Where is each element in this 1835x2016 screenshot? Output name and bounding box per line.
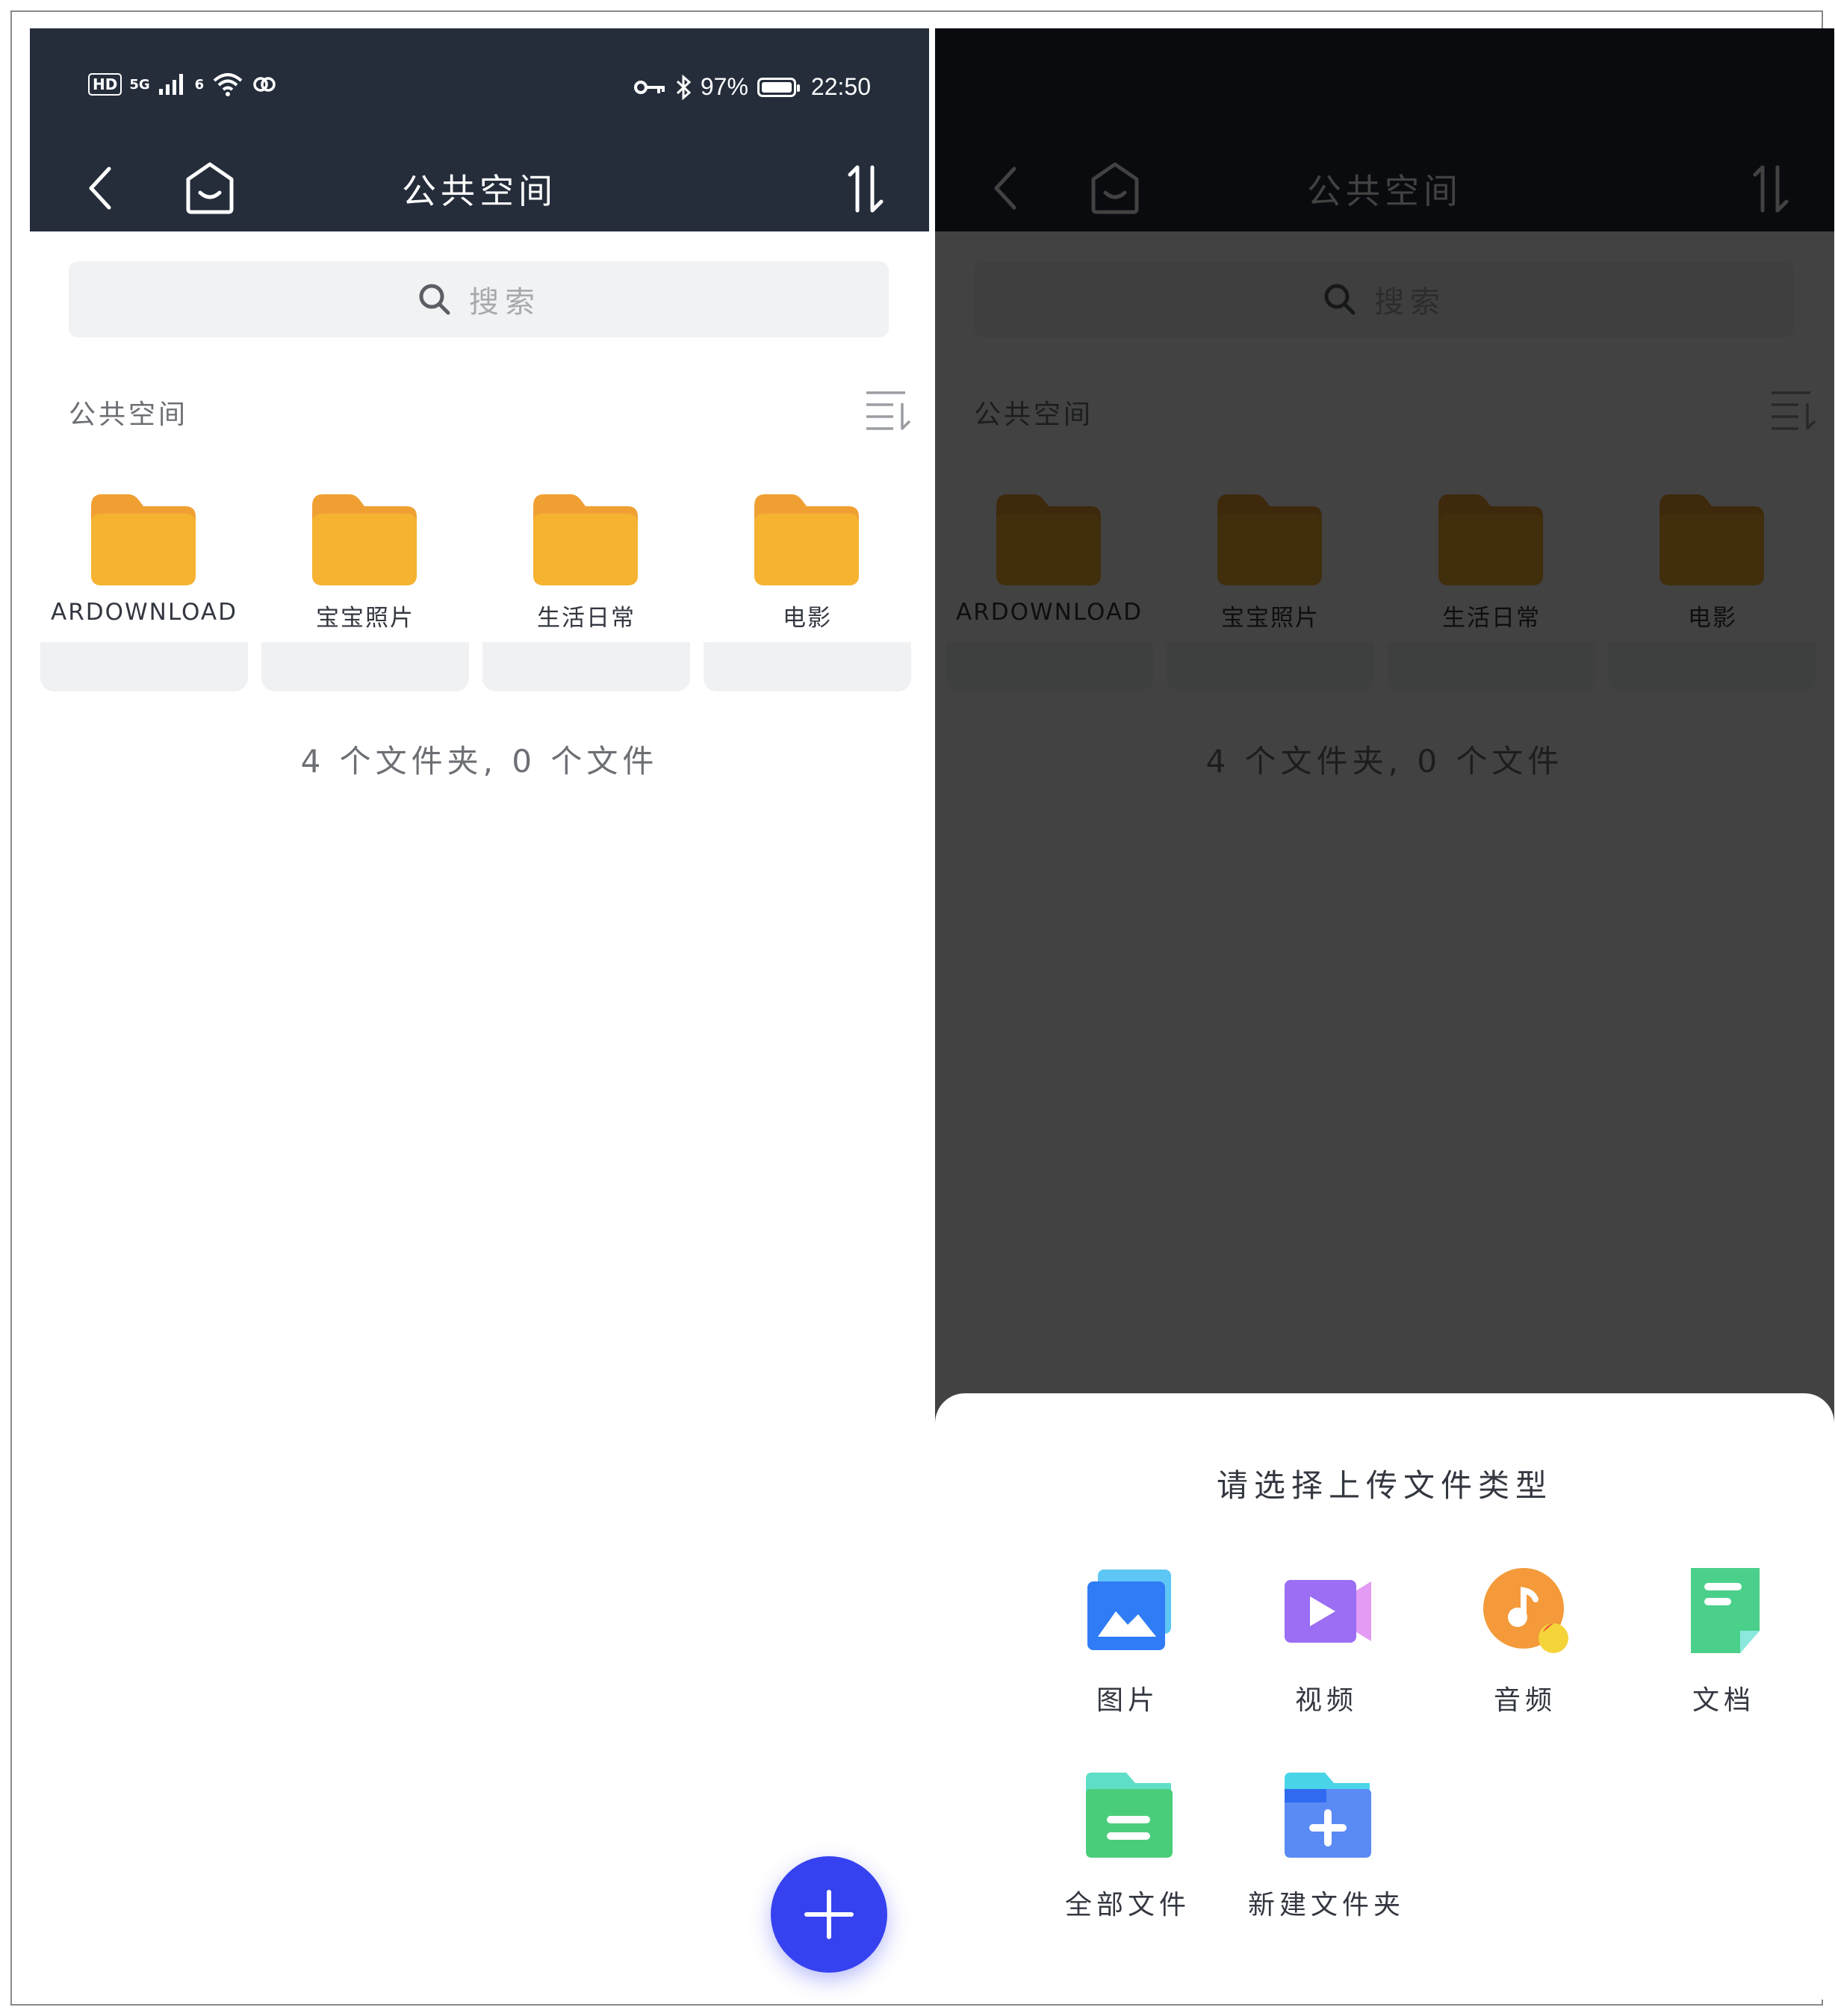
battery-icon bbox=[757, 77, 800, 97]
upload-type-all-files[interactable]: 全部文件 bbox=[1031, 1770, 1225, 1949]
type-label: 全部文件 bbox=[1064, 1890, 1190, 1920]
search-input[interactable]: 搜索 bbox=[69, 261, 889, 337]
network-label: 5G bbox=[129, 76, 150, 93]
signal-icon bbox=[158, 74, 183, 95]
hd-badge: HD bbox=[88, 73, 122, 96]
upload-type-new-folder[interactable]: 新建文件夹 bbox=[1229, 1770, 1423, 1949]
sort-arrows-icon bbox=[848, 165, 884, 213]
folder-icon bbox=[533, 494, 638, 585]
page-title: 公共空间 bbox=[402, 171, 557, 211]
add-button[interactable] bbox=[771, 1856, 887, 1973]
folder-card[interactable]: ARDOWNLOAD bbox=[40, 466, 248, 691]
hotspot-icon bbox=[253, 77, 276, 92]
comparison-frame: HD 5G 6 97% 22:50 公共空间 搜索 公共空间 ARDOWNLOA… bbox=[10, 10, 1834, 2006]
upload-type-image[interactable]: 图片 bbox=[1031, 1565, 1225, 1744]
battery-percent: 97% bbox=[700, 73, 748, 100]
document-icon bbox=[1691, 1568, 1760, 1653]
folder-name: ARDOWNLOAD bbox=[51, 599, 237, 626]
folder-count-summary: 4 个文件夹, 0 个文件 bbox=[300, 743, 659, 780]
phone-screen-right: 公共空间 搜索 公共空间 bbox=[935, 28, 1834, 2000]
list-sort-icon[interactable] bbox=[863, 388, 913, 433]
folder-icon bbox=[754, 494, 859, 585]
status-bar-left: HD 5G 6 bbox=[88, 72, 277, 97]
search-icon bbox=[419, 284, 450, 315]
folder-icon bbox=[312, 494, 417, 585]
new-folder-icon bbox=[1285, 1773, 1371, 1858]
wifi-generation: 6 bbox=[194, 76, 205, 93]
search-placeholder: 搜索 bbox=[469, 285, 541, 320]
type-label: 文档 bbox=[1692, 1685, 1755, 1716]
folder-card[interactable]: 电影 bbox=[704, 466, 911, 691]
folder-name: 生活日常 bbox=[537, 605, 636, 632]
all-files-icon bbox=[1086, 1773, 1173, 1858]
status-bar-right: 97% 22:50 bbox=[633, 73, 871, 101]
bluetooth-icon bbox=[676, 74, 692, 100]
upload-type-video[interactable]: 视频 bbox=[1229, 1565, 1423, 1744]
type-label: 新建文件夹 bbox=[1247, 1890, 1405, 1920]
upload-type-document[interactable]: 文档 bbox=[1627, 1565, 1821, 1744]
transfer-sort-button[interactable] bbox=[832, 155, 899, 223]
nav-row: 公共空间 bbox=[30, 155, 929, 230]
video-icon bbox=[1285, 1580, 1371, 1643]
app-bar: HD 5G 6 97% 22:50 公共空间 bbox=[30, 28, 929, 231]
upload-type-sheet: 请选择上传文件类型 图片 视频 音频 文档 全部文件 新建文件夹 bbox=[935, 1393, 1834, 2000]
plus-icon bbox=[804, 1890, 854, 1939]
type-label: 音频 bbox=[1493, 1685, 1556, 1716]
type-label: 图片 bbox=[1096, 1685, 1159, 1716]
folder-card[interactable]: 生活日常 bbox=[482, 466, 690, 691]
folder-grid: ARDOWNLOAD 宝宝照片 生活日常 bbox=[40, 466, 922, 691]
upload-type-audio[interactable]: 音频 bbox=[1428, 1565, 1622, 1744]
image-icon bbox=[1087, 1569, 1171, 1650]
wifi-icon bbox=[213, 73, 243, 96]
folder-name: 电影 bbox=[783, 605, 832, 632]
key-icon bbox=[633, 80, 665, 94]
folder-card[interactable]: 宝宝照片 bbox=[261, 466, 469, 691]
phone-screen-left: HD 5G 6 97% 22:50 公共空间 搜索 公共空间 ARDOWNLOA… bbox=[30, 28, 929, 2000]
clock-time: 22:50 bbox=[810, 73, 871, 100]
type-label: 视频 bbox=[1294, 1685, 1358, 1716]
section-title: 公共空间 bbox=[69, 399, 189, 430]
folder-name: 宝宝照片 bbox=[316, 605, 414, 632]
folder-icon bbox=[91, 494, 196, 585]
sheet-title: 请选择上传文件类型 bbox=[1216, 1467, 1553, 1504]
audio-icon bbox=[1483, 1568, 1568, 1653]
